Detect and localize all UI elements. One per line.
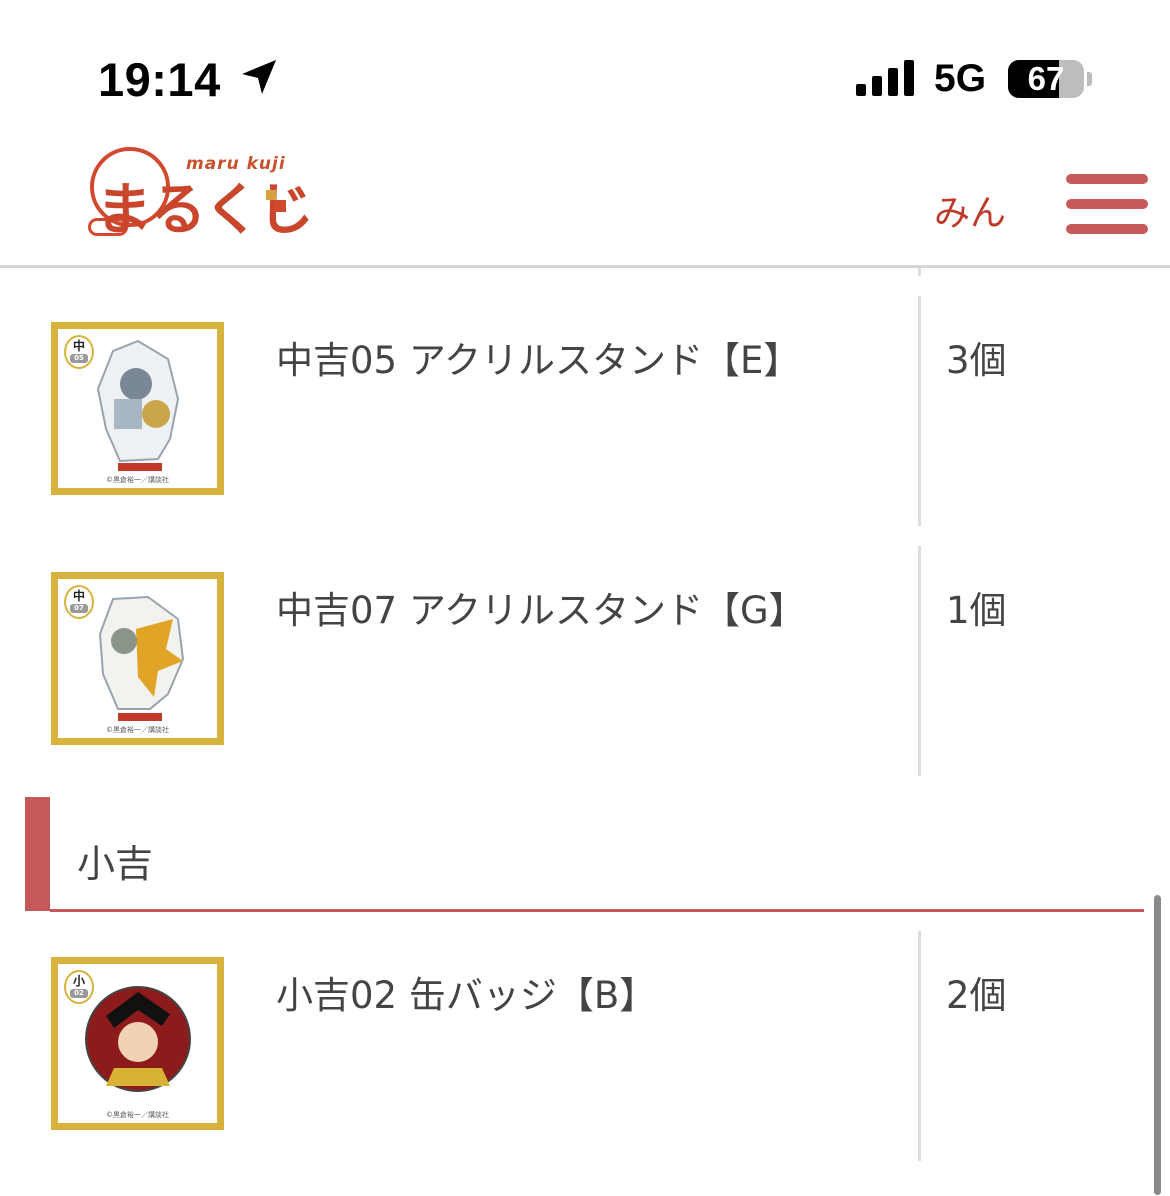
status-bar: 19:14 5G 67 <box>0 0 1170 130</box>
location-arrow-icon <box>242 60 276 94</box>
rank-badge: 小 02 <box>64 970 94 1004</box>
thumbnail-copyright: ©黒倉裕一／講談社 <box>106 726 169 734</box>
prize-quantity: 3個 <box>946 339 1007 382</box>
thumbnail-card: 小 02 ©黒倉裕一／講談社 <box>58 964 217 1123</box>
prize-thumbnail[interactable]: 中 07 ©黒倉裕一／講談社 <box>51 572 224 745</box>
section-title: 小吉 <box>77 842 154 886</box>
cellular-signal-icon <box>856 60 914 96</box>
section-accent-bar <box>25 797 50 911</box>
logo-accent-gold <box>266 190 276 200</box>
column-divider <box>918 296 921 526</box>
network-type: 5G <box>934 57 987 100</box>
thumbnail-card: 中 07 ©黒倉裕一／講談社 <box>58 579 217 738</box>
menu-bar-icon <box>1066 224 1148 234</box>
thumbnail-copyright: ©黒倉裕一／講談社 <box>106 1111 169 1119</box>
column-divider <box>918 931 921 1161</box>
prize-name: 中吉07 アクリルスタンド【G】 <box>276 589 806 632</box>
prize-quantity: 2個 <box>946 974 1007 1017</box>
thumbnail-card: 中 05 ©黒倉裕一／講談社 <box>58 329 217 488</box>
prize-quantity: 1個 <box>946 589 1007 632</box>
menu-bar-icon <box>1066 174 1148 184</box>
battery-cap <box>1087 72 1092 86</box>
prize-name: 小吉02 缶バッジ【B】 <box>276 974 657 1017</box>
prize-thumbnail[interactable]: 中 05 ©黒倉裕一／講談社 <box>51 322 224 495</box>
hamburger-menu-button[interactable] <box>1066 172 1150 236</box>
rank-badge: 中 07 <box>64 585 94 619</box>
prize-name: 中吉05 アクリルスタンド【E】 <box>276 339 801 382</box>
column-divider <box>918 546 921 776</box>
prize-row[interactable]: 中 07 ©黒倉裕一／講談社 中吉07 アクリルスタンド【G】 1個 <box>0 518 1170 776</box>
battery-icon: 67 <box>1008 60 1084 98</box>
prize-row[interactable]: 小 02 ©黒倉裕一／講談社 小吉02 缶バッジ【B】 2個 <box>0 903 1170 1161</box>
prize-list: 中 05 ©黒倉裕一／講談社 中吉05 アクリルスタンド【E】 3個 中 07 ©黒… <box>0 268 1170 1196</box>
prize-row[interactable]: 中 05 ©黒倉裕一／講談社 中吉05 アクリルスタンド【E】 3個 <box>0 268 1170 526</box>
menu-bar-icon <box>1066 199 1148 209</box>
prize-thumbnail[interactable]: 小 02 ©黒倉裕一／講談社 <box>51 957 224 1130</box>
status-time: 19:14 <box>98 53 221 106</box>
section-header: 小吉 <box>25 797 1145 912</box>
rank-badge: 中 05 <box>64 335 94 369</box>
site-header: maru kuji まるくじ みん <box>0 130 1170 268</box>
scrollbar[interactable] <box>1154 895 1161 1195</box>
battery-percent: 67 <box>1027 60 1065 97</box>
user-name-link[interactable]: みん <box>934 184 1006 236</box>
logo-accent-red <box>274 200 286 212</box>
thumbnail-copyright: ©黒倉裕一／講談社 <box>106 476 169 484</box>
